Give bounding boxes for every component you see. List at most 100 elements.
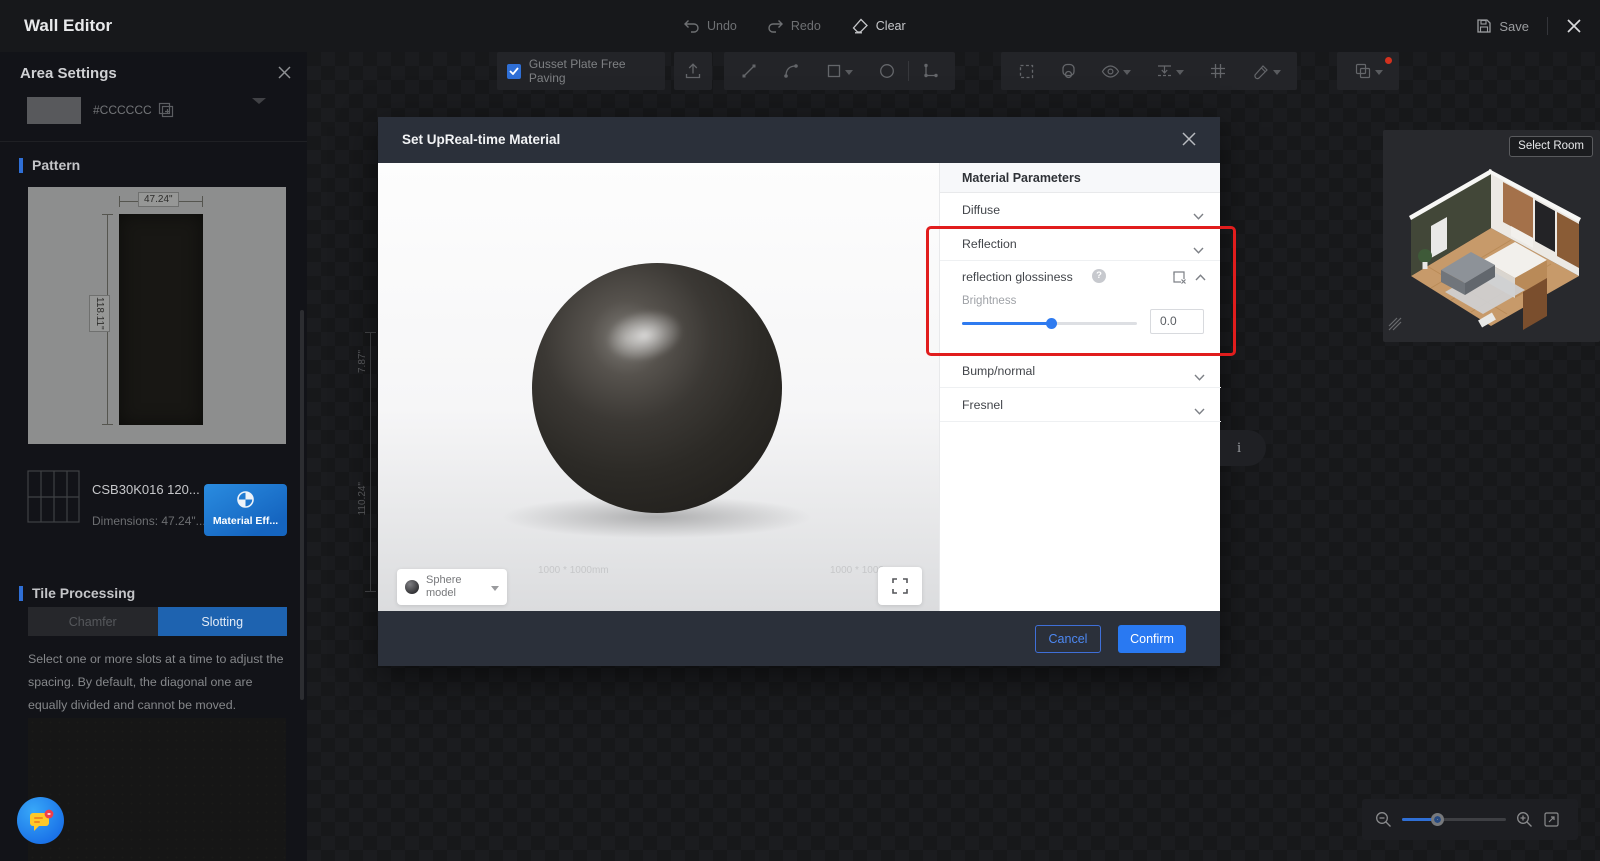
paint-brush-icon xyxy=(1252,63,1270,80)
reflection-glossiness-row[interactable]: reflection glossiness ? xyxy=(940,261,1220,293)
upload-tool-button[interactable] xyxy=(674,52,712,90)
tab-chamfer[interactable]: Chamfer xyxy=(28,607,158,636)
param-section-bump[interactable]: Bump/normal xyxy=(940,354,1221,388)
snap-tool-button[interactable] xyxy=(1047,52,1089,90)
visibility-tool-button[interactable] xyxy=(1089,52,1143,90)
marquee-select-button[interactable] xyxy=(1005,52,1047,90)
arc-icon xyxy=(782,62,800,80)
duplicate-tool-panel xyxy=(1337,52,1399,90)
slotting-preview-image[interactable] xyxy=(28,718,286,861)
marquee-icon xyxy=(1018,63,1035,80)
zoom-in-icon[interactable] xyxy=(1516,811,1533,828)
brightness-value-input[interactable]: 0.0 xyxy=(1150,309,1204,334)
save-icon xyxy=(1476,18,1492,34)
zoom-out-icon[interactable] xyxy=(1375,811,1392,828)
brightness-label: Brightness xyxy=(962,295,1016,307)
parameters-heading: Material Parameters xyxy=(940,163,1220,193)
material-effect-button[interactable]: Material Eff... xyxy=(204,484,287,536)
chevron-down-icon xyxy=(1193,241,1204,259)
dialog-close-icon[interactable] xyxy=(1182,132,1196,146)
upload-icon xyxy=(684,62,702,80)
chevron-down-icon xyxy=(1194,368,1205,386)
slotting-description: Select one or more slots at a time to ad… xyxy=(28,648,292,717)
redo-button[interactable]: Redo xyxy=(767,19,821,33)
room-preview-panel[interactable]: Select Room xyxy=(1383,130,1600,342)
chevron-up-icon[interactable] xyxy=(1195,274,1206,281)
material-preview-viewport[interactable]: 1000 * 1000mm 1000 * 1000mm Sphere model xyxy=(378,163,939,611)
clear-button[interactable]: Clear xyxy=(851,18,906,34)
close-editor-icon[interactable] xyxy=(1566,18,1582,34)
undo-button[interactable]: Undo xyxy=(683,19,737,33)
sphere-model-icon xyxy=(405,580,419,594)
chevron-down-icon xyxy=(1194,402,1205,420)
rectangle-tool-button[interactable] xyxy=(812,52,866,90)
support-chat-button[interactable] xyxy=(17,797,64,844)
brightness-slider-fill xyxy=(962,322,1050,325)
chevron-down-icon xyxy=(1375,62,1383,80)
clear-map-icon[interactable] xyxy=(1172,270,1187,284)
grid-tool-button[interactable] xyxy=(1197,52,1239,90)
add-color-icon[interactable] xyxy=(157,101,175,119)
cancel-button[interactable]: Cancel xyxy=(1035,625,1101,653)
model-select-label: Sphere model xyxy=(426,574,484,600)
save-button[interactable]: Save xyxy=(1476,18,1529,34)
undo-icon xyxy=(683,19,700,33)
brightness-slider-handle[interactable] xyxy=(1046,318,1057,329)
arc-tool-button[interactable] xyxy=(770,52,812,90)
param-section-fresnel[interactable]: Fresnel xyxy=(940,388,1221,422)
wall-color-swatch[interactable] xyxy=(27,97,81,124)
pattern-section-header: Pattern xyxy=(19,157,80,173)
redo-label: Redo xyxy=(791,19,821,33)
save-label: Save xyxy=(1499,19,1529,34)
tile-layout-thumbnail[interactable] xyxy=(27,470,80,523)
line-tool-button[interactable] xyxy=(728,52,770,90)
chat-bubble-icon xyxy=(27,808,55,834)
select-room-button[interactable]: Select Room xyxy=(1509,136,1593,157)
circle-tool-button[interactable] xyxy=(866,52,908,90)
chevron-down-icon xyxy=(1176,62,1184,80)
zoom-slider[interactable] xyxy=(1402,818,1506,821)
polyline-tool-button[interactable] xyxy=(909,52,951,90)
chevron-down-icon xyxy=(1193,207,1204,225)
paint-tool-button[interactable] xyxy=(1239,52,1293,90)
tile-width-label: 47.24" xyxy=(138,192,179,207)
redo-icon xyxy=(767,19,784,33)
room-preview-illustration xyxy=(1383,164,1600,340)
paving-checkbox-row[interactable]: Gusset Plate Free Paving xyxy=(497,52,665,90)
material-parameters-panel: Material Parameters Diffuse Reflection r… xyxy=(939,163,1220,611)
tile-processing-tabs: Chamfer Slotting xyxy=(28,607,287,636)
tile-swatch[interactable] xyxy=(119,214,203,425)
area-settings-sidebar: Area Settings #CCCCCC Pattern 47.24" 118… xyxy=(0,52,307,861)
param-section-reflection[interactable]: Reflection xyxy=(940,227,1220,261)
close-sidebar-icon[interactable] xyxy=(278,66,291,79)
info-tooltip-button[interactable]: i xyxy=(1220,430,1266,466)
pattern-preview[interactable]: 47.24" 118.11" xyxy=(28,187,286,444)
resize-grip-icon[interactable] xyxy=(1388,317,1402,336)
tile-name: CSB30K016 120... xyxy=(92,482,200,497)
material-sphere-preview[interactable] xyxy=(532,263,782,513)
model-select-dropdown[interactable]: Sphere model xyxy=(397,569,507,605)
tab-slotting[interactable]: Slotting xyxy=(158,607,288,636)
topbar-divider xyxy=(1547,17,1548,35)
fullscreen-button[interactable] xyxy=(878,567,922,605)
sidebar-title: Area Settings xyxy=(20,65,117,82)
param-section-diffuse[interactable]: Diffuse xyxy=(940,193,1220,227)
tile-dimensions: Dimensions: 47.24"... xyxy=(92,514,206,528)
zoom-slider-handle[interactable] xyxy=(1431,813,1444,826)
fit-view-icon[interactable] xyxy=(1543,811,1560,828)
rectangle-icon xyxy=(826,63,842,79)
grid-watermark: 1000 * 1000mm xyxy=(538,565,609,576)
sidebar-scrollbar[interactable] xyxy=(300,310,304,700)
confirm-button[interactable]: Confirm xyxy=(1118,625,1186,653)
align-tool-button[interactable] xyxy=(1143,52,1197,90)
section-label: Diffuse xyxy=(962,203,1000,217)
chevron-down-icon xyxy=(1123,62,1131,80)
duplicate-tool-button[interactable] xyxy=(1354,52,1383,90)
eye-icon xyxy=(1101,65,1120,78)
collapse-caret-icon[interactable] xyxy=(250,96,268,105)
brightness-slider[interactable] xyxy=(962,322,1137,325)
paving-checkbox[interactable] xyxy=(507,64,521,79)
material-dialog: Set UpReal-time Material 1000 * 1000mm 1… xyxy=(378,117,1220,666)
help-icon[interactable]: ? xyxy=(1092,269,1106,283)
tile-processing-heading: Tile Processing xyxy=(32,585,135,601)
